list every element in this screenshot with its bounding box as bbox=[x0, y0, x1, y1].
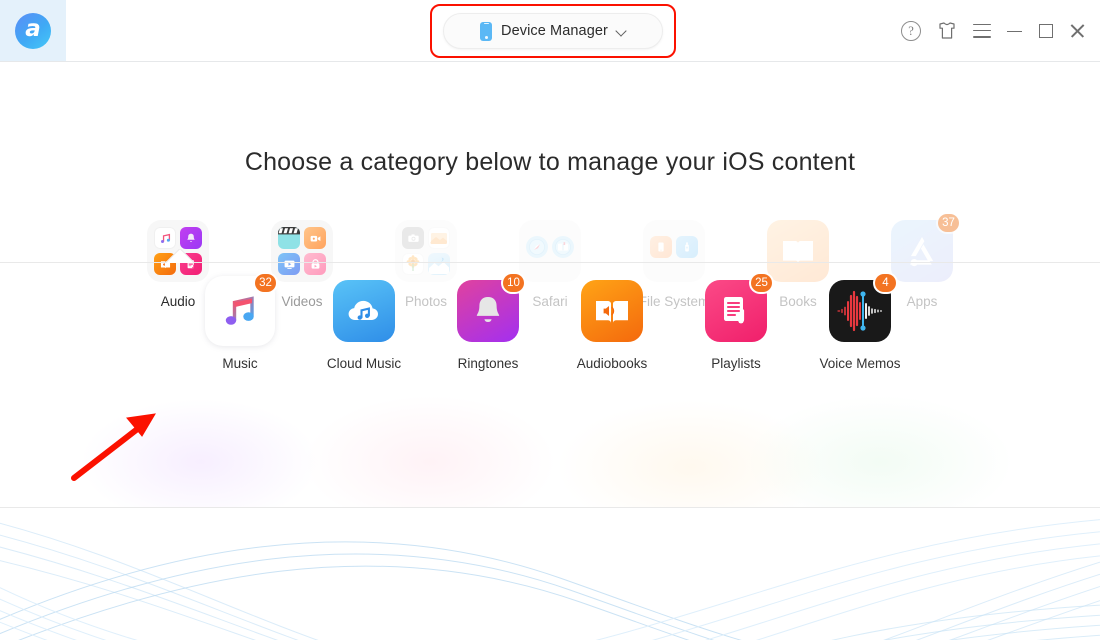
apps-badge: 37 bbox=[938, 214, 959, 232]
subcategory-label: Playlists bbox=[711, 356, 761, 371]
skin-button[interactable] bbox=[937, 21, 957, 41]
help-button[interactable]: ? bbox=[901, 20, 921, 41]
device-manager-label: Device Manager bbox=[501, 23, 608, 39]
main-content: Choose a category below to manage your i… bbox=[0, 62, 1100, 640]
close-button[interactable] bbox=[1069, 22, 1086, 39]
subcategory-label: Voice Memos bbox=[819, 356, 901, 371]
chevron-down-icon bbox=[617, 27, 626, 36]
device-manager-selector[interactable]: Device Manager bbox=[443, 13, 663, 49]
shirt-icon bbox=[939, 21, 955, 39]
ringtones-badge: 10 bbox=[503, 274, 524, 292]
phone-icon bbox=[480, 21, 492, 41]
maximize-icon bbox=[1039, 23, 1053, 38]
subcategory-ringtones[interactable]: 10 Ringtones bbox=[426, 274, 550, 371]
voice-memos-badge: 4 bbox=[875, 274, 896, 292]
wave-graphic bbox=[0, 519, 1100, 640]
window-controls: ? bbox=[901, 0, 1086, 61]
subcategory-voice-memos[interactable]: 4 Voice Memos bbox=[798, 274, 922, 371]
page-title: Choose a category below to manage your i… bbox=[244, 148, 856, 176]
minimize-button[interactable] bbox=[1007, 23, 1023, 39]
minimize-icon bbox=[1007, 23, 1023, 39]
subcategory-music[interactable]: 32 Music bbox=[178, 274, 302, 371]
logo-glyph: a bbox=[25, 16, 41, 42]
decorative-wave-panel bbox=[0, 507, 1100, 640]
close-icon bbox=[1069, 22, 1086, 39]
app-logo[interactable]: a bbox=[0, 0, 66, 61]
music-badge: 32 bbox=[255, 274, 276, 292]
subcategory-playlists[interactable]: 25 Playlists bbox=[674, 274, 798, 371]
cloud-music-icon bbox=[333, 280, 395, 342]
hamburger-icon bbox=[973, 23, 991, 38]
subcategory-label: Audiobooks bbox=[576, 356, 648, 371]
active-category-notch bbox=[162, 249, 196, 263]
subcategory-row: 32 Music Cloud Music 10 Ringtones Audiob… bbox=[0, 274, 1100, 371]
menu-button[interactable] bbox=[973, 23, 991, 38]
maximize-button[interactable] bbox=[1039, 23, 1053, 38]
category-divider bbox=[0, 249, 1100, 263]
subcategory-label: Ringtones bbox=[457, 356, 519, 371]
subcategory-cloud-music[interactable]: Cloud Music bbox=[302, 276, 426, 371]
playlists-badge: 25 bbox=[751, 274, 772, 292]
help-icon: ? bbox=[901, 20, 921, 41]
subcategory-label: Music bbox=[222, 356, 258, 371]
app-window: a Device Manager ? Choose a category bel… bbox=[0, 0, 1100, 640]
subcategory-label: Cloud Music bbox=[326, 356, 402, 371]
title-bar: a Device Manager ? bbox=[0, 0, 1100, 62]
logo-icon: a bbox=[15, 12, 51, 49]
audiobooks-icon bbox=[581, 280, 643, 342]
subcategory-audiobooks[interactable]: Audiobooks bbox=[550, 276, 674, 371]
